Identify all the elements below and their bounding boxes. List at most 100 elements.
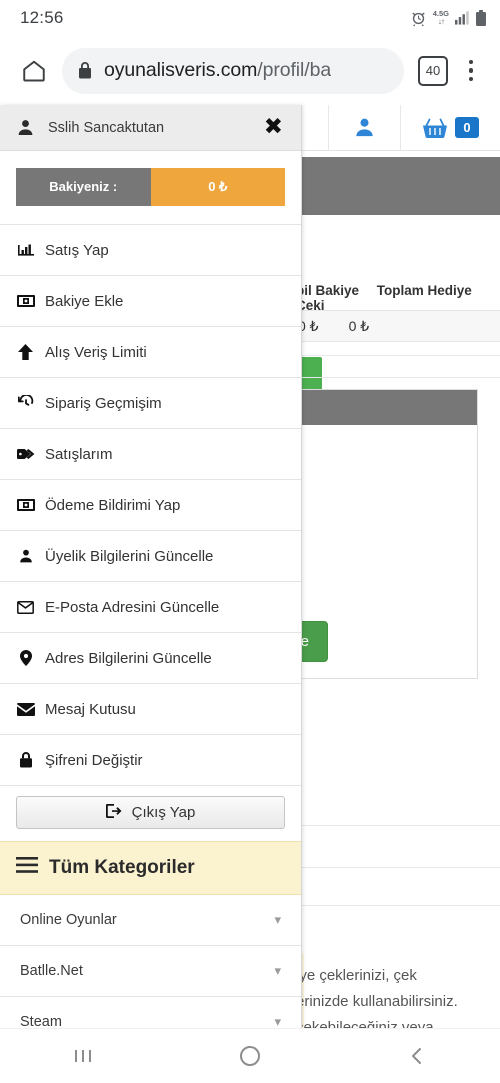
menu-item-label: Üyelik Bilgilerini Güncelle <box>45 547 214 565</box>
menu-item-odeme-bildirimi-yap[interactable]: Ödeme Bildirimi Yap <box>0 480 301 531</box>
home-button[interactable] <box>220 1036 280 1076</box>
menu-item-e-posta-adresini-guncelle[interactable]: E-Posta Adresini Güncelle <box>0 582 301 633</box>
more-vertical-icon <box>468 59 474 65</box>
tab-count: 40 <box>425 63 441 78</box>
menu-item-label: E-Posta Adresini Güncelle <box>45 598 220 616</box>
site-account-button[interactable] <box>328 105 400 150</box>
phone-screen: 12:56 4.5G ↓↑ oyunalisveris.com/profil/b… <box>0 0 500 1083</box>
divider <box>280 867 500 868</box>
url-text: oyunalisveris.com/profil/ba <box>104 59 331 82</box>
logout-label: Çıkış Yap <box>131 804 196 821</box>
home-button[interactable] <box>12 49 56 93</box>
back-button[interactable] <box>387 1036 447 1076</box>
category-item-steam[interactable]: Steam ▾ <box>0 997 301 1028</box>
menu-item-bakiye-ekle[interactable]: Bakiye Ekle <box>0 276 301 327</box>
drawer-header: Sslih Sancaktutan ✖ <box>0 105 301 151</box>
user-icon <box>356 118 373 137</box>
more-vertical-icon <box>468 76 474 82</box>
user-icon <box>16 548 35 564</box>
account-drawer: Sslih Sancaktutan ✖ Bakiyeniz : 0 ₺ Satı… <box>0 105 302 1028</box>
envelope-icon <box>16 702 35 716</box>
close-icon[interactable]: ✖ <box>260 116 287 139</box>
drawer-user-name: Sslih Sancaktutan <box>48 119 165 136</box>
url-path: /profil/ba <box>257 59 332 81</box>
money-bill-icon <box>16 499 35 511</box>
drawer-menu-list: Satış Yap Bakiye Ekle Alış Veriş Limiti … <box>0 224 301 786</box>
network-4.5g-icon: 4.5G ↓↑ <box>432 9 449 26</box>
category-item-batlle-net[interactable]: Batlle.Net ▾ <box>0 946 301 997</box>
status-clock: 12:56 <box>20 8 64 27</box>
menu-item-adres-bilgilerini-guncelle[interactable]: Adres Bilgilerini Güncelle <box>0 633 301 684</box>
lock-icon <box>79 62 91 79</box>
menu-item-satis-yap[interactable]: Satış Yap <box>0 225 301 276</box>
tab-switcher-button[interactable]: 40 <box>418 55 448 86</box>
menu-item-siparis-gecmisim[interactable]: Sipariş Geçmişim <box>0 378 301 429</box>
status-bar: 12:56 4.5G ↓↑ <box>0 0 500 36</box>
menu-item-sifreni-degistir[interactable]: Şifreni Değiştir <box>0 735 301 786</box>
sign-out-icon <box>105 803 123 822</box>
table-col-header: bil Bakiye <box>296 283 360 298</box>
menu-item-label: Mesaj Kutusu <box>45 700 136 718</box>
divider <box>280 355 500 356</box>
bar-chart-icon <box>16 243 35 257</box>
battery-icon <box>476 10 486 26</box>
balance-table-row: 0 ₺ 0 ₺ <box>280 310 500 342</box>
home-circle-icon <box>239 1046 260 1066</box>
browser-menu-button[interactable] <box>454 49 488 93</box>
signal-bars-icon <box>455 11 469 25</box>
categories-header[interactable]: Tüm Kategoriler <box>0 841 301 895</box>
alarm-icon <box>412 12 425 26</box>
history-icon <box>16 395 35 411</box>
home-icon <box>23 60 45 82</box>
browser-toolbar: oyunalisveris.com/profil/ba 40 <box>0 36 500 105</box>
site-cart-button[interactable]: 0 <box>400 105 500 150</box>
status-icon-tray: 4.5G ↓↑ <box>410 10 486 27</box>
recents-icon <box>75 1050 92 1062</box>
chevron-down-icon[interactable]: ▾ <box>274 912 281 928</box>
table-cell: 0 ₺ <box>348 317 370 334</box>
menu-item-alis-veris-limiti[interactable]: Alış Veriş Limiti <box>0 327 301 378</box>
arrow-up-icon <box>16 344 35 360</box>
menu-item-label: Satışlarım <box>45 445 113 463</box>
menu-item-satislarim[interactable]: Satışlarım <box>0 429 301 480</box>
balance-amount[interactable]: 0 ₺ <box>150 168 285 206</box>
menu-item-label: Adres Bilgilerini Güncelle <box>45 649 212 667</box>
menu-item-label: Şifreni Değiştir <box>45 751 143 769</box>
hamburger-icon <box>16 857 38 879</box>
url-host: oyunalisveris.com <box>104 59 258 81</box>
balance-summary: Bakiyeniz : 0 ₺ <box>0 151 301 224</box>
recents-button[interactable] <box>53 1036 113 1076</box>
menu-item-mesaj-kutusu[interactable]: Mesaj Kutusu <box>0 684 301 735</box>
divider <box>280 825 500 826</box>
back-chevron-icon <box>411 1048 421 1064</box>
menu-item-label: Bakiye Ekle <box>45 292 124 310</box>
menu-item-uyelik-bilgilerini-guncelle[interactable]: Üyelik Bilgilerini Güncelle <box>0 531 301 582</box>
android-nav-bar <box>0 1028 500 1083</box>
chevron-down-icon[interactable]: ▾ <box>274 963 281 979</box>
envelope-open-icon <box>16 600 35 614</box>
menu-item-label: Satış Yap <box>45 241 109 259</box>
address-bar[interactable]: oyunalisveris.com/profil/ba <box>62 47 404 94</box>
cart-count-badge: 0 <box>455 116 479 139</box>
category-label: Batlle.Net <box>20 963 83 979</box>
tag-icon <box>16 447 35 461</box>
menu-item-label: Sipariş Geçmişim <box>45 394 162 412</box>
category-label: Steam <box>20 1014 62 1028</box>
balance-label: Bakiyeniz : <box>16 168 151 206</box>
logout-button[interactable]: Çıkış Yap <box>16 796 285 829</box>
category-item-online-oyunlar[interactable]: Online Oyunlar ▾ <box>0 895 301 946</box>
divider <box>280 377 500 378</box>
map-marker-icon <box>16 650 35 666</box>
divider <box>280 905 500 906</box>
logout-row: Çıkış Yap <box>0 786 301 841</box>
categories-title: Tüm Kategoriler <box>49 857 195 878</box>
money-bill-icon <box>16 295 35 307</box>
chevron-down-icon[interactable]: ▾ <box>274 1014 281 1028</box>
user-icon <box>18 120 33 136</box>
menu-item-label: Ödeme Bildirimi Yap <box>45 496 181 514</box>
category-label: Online Oyunlar <box>20 912 117 928</box>
more-vertical-icon <box>468 68 474 73</box>
basket-icon <box>423 118 448 138</box>
menu-item-label: Alış Veriş Limiti <box>45 343 147 361</box>
lock-icon <box>16 752 35 768</box>
